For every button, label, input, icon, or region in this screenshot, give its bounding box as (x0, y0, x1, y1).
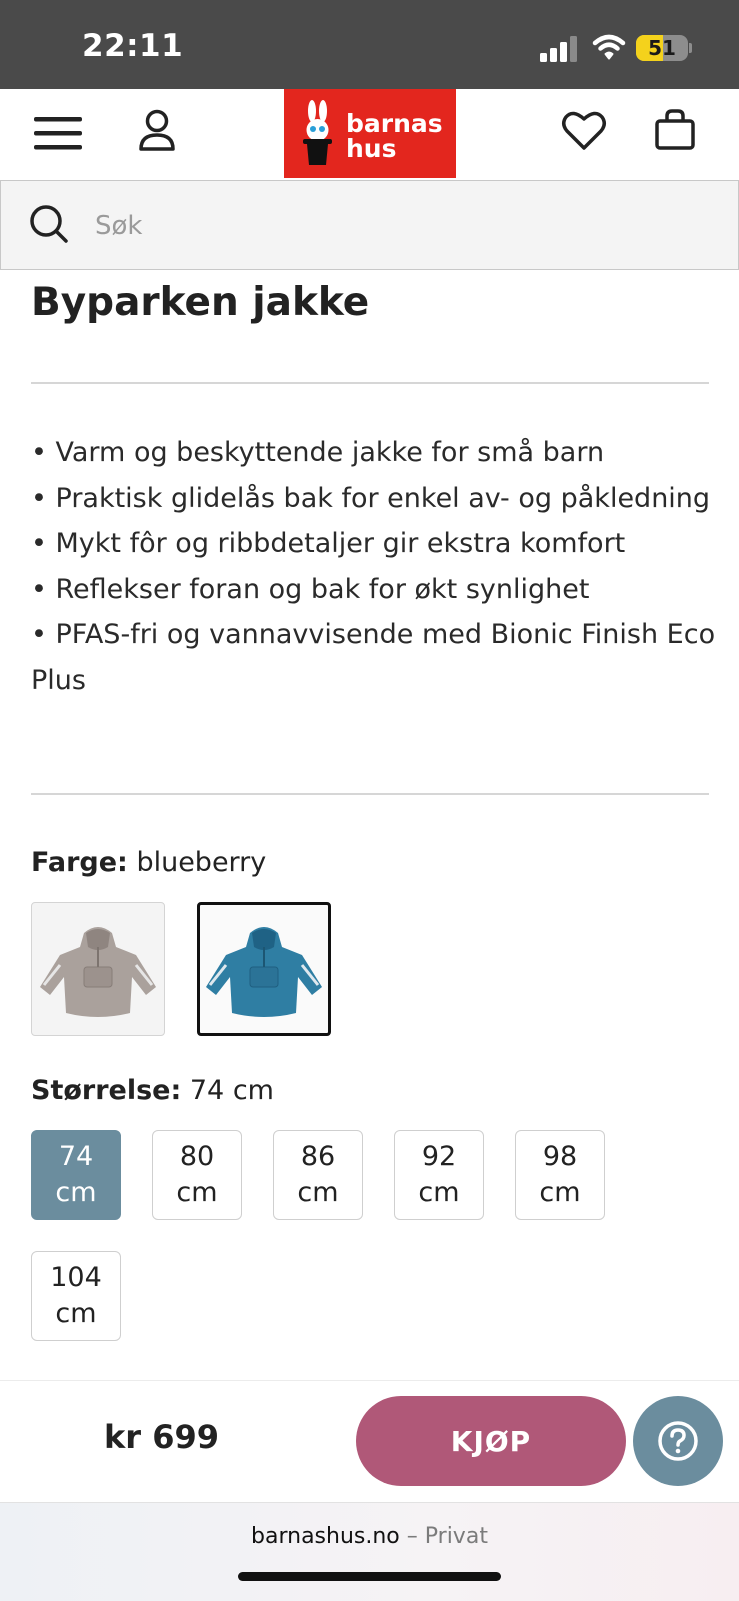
color-label: Farge: (31, 847, 128, 878)
user-icon (139, 109, 175, 151)
size-option-80[interactable]: 80 cm (152, 1130, 242, 1220)
menu-button[interactable] (33, 111, 83, 155)
size-option-label: 92 cm (418, 1141, 460, 1208)
color-swatch-gray[interactable] (31, 902, 165, 1036)
size-option-92[interactable]: 92 cm (394, 1130, 484, 1220)
logo-text: barnas hus (346, 111, 443, 161)
size-option-label: 104 cm (50, 1262, 102, 1329)
size-label: Størrelse: (31, 1075, 182, 1106)
search-input[interactable] (93, 203, 697, 249)
search-icon (30, 205, 68, 243)
buy-button-label: KJØP (450, 1424, 532, 1458)
product-features: • Varm og beskyttende jakke for små barn… (31, 430, 721, 703)
help-button[interactable] (633, 1396, 723, 1486)
product-title: Byparken jakke (31, 280, 370, 325)
feature-item: • PFAS-fri og vannavvisende med Bionic F… (31, 619, 716, 696)
battery-cap (689, 43, 692, 53)
logo-line-1: barnas (346, 109, 443, 138)
question-mark-icon (658, 1421, 698, 1461)
logo-line-2: hus (346, 134, 397, 163)
browser-address-bar[interactable] (0, 1502, 739, 1601)
feature-item: • Varm og beskyttende jakke for små barn (31, 437, 605, 468)
shopping-bag-icon (655, 109, 695, 150)
divider (31, 382, 709, 384)
size-label-row: Størrelse: 74 cm (31, 1075, 274, 1106)
status-time: 22:11 (82, 28, 184, 64)
browser-url[interactable]: barnashus.no – Privat (0, 1524, 739, 1549)
battery-icon: 51 (636, 35, 688, 61)
search-bar[interactable] (0, 180, 739, 270)
size-option-98[interactable]: 98 cm (515, 1130, 605, 1220)
menu-icon (34, 117, 82, 150)
size-option-label: 80 cm (176, 1141, 218, 1208)
heart-icon (562, 111, 606, 150)
home-indicator (238, 1572, 501, 1581)
wifi-icon (592, 34, 626, 60)
product-price: kr 699 (104, 1418, 219, 1456)
feature-item: • Reflekser foran og bak for økt synligh… (31, 573, 590, 605)
url-mode: – Privat (406, 1524, 488, 1549)
size-option-74[interactable]: 74 cm (31, 1130, 121, 1220)
size-option-label: 74 cm (55, 1141, 97, 1208)
account-button[interactable] (134, 107, 180, 155)
divider (31, 793, 709, 795)
battery-percentage: 51 (648, 36, 676, 60)
size-option-104[interactable]: 104 cm (31, 1251, 121, 1341)
cart-button[interactable] (652, 106, 698, 154)
size-option-label: 98 cm (539, 1141, 581, 1208)
cellular-signal-icon (540, 36, 577, 62)
site-logo[interactable]: barnas hus (284, 89, 456, 178)
gray-jacket-image (40, 927, 156, 1017)
url-domain: barnashus.no (251, 1524, 400, 1549)
feature-item: • Mykt fôr og ribbdetaljer gir ekstra ko… (31, 528, 626, 559)
rabbit-in-hat-icon (303, 100, 332, 165)
feature-item: • Praktisk glidelås bak for enkel av- og… (31, 482, 711, 514)
blueberry-jacket-image (206, 927, 322, 1017)
buy-button[interactable]: KJØP (356, 1396, 626, 1486)
size-value: 74 cm (189, 1075, 274, 1106)
size-option-label: 86 cm (297, 1141, 339, 1208)
color-label-row: Farge: blueberry (31, 847, 266, 878)
size-option-86[interactable]: 86 cm (273, 1130, 363, 1220)
color-swatch-blueberry[interactable] (197, 902, 331, 1036)
color-value: blueberry (136, 847, 267, 878)
wishlist-button[interactable] (559, 107, 609, 155)
